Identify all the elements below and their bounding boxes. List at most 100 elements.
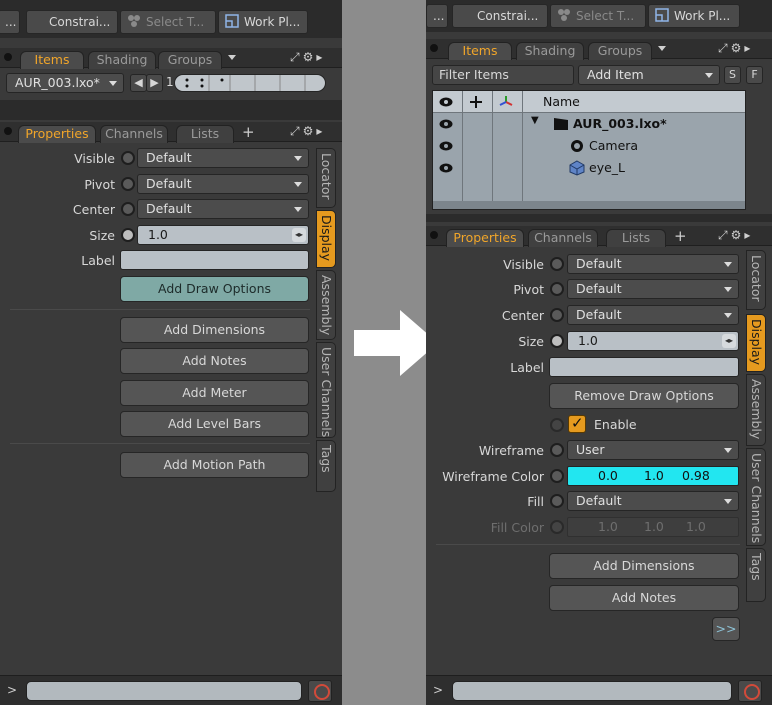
enable-checkbox[interactable] bbox=[568, 414, 586, 433]
add-dimensions-button[interactable]: Add Dimensions bbox=[549, 553, 739, 579]
tab-groups[interactable]: Groups bbox=[588, 42, 652, 60]
filter-items-input[interactable]: Filter Items bbox=[432, 65, 574, 85]
item-list[interactable]: Name ▼ AUR_003.lxo* Camera eye_L bbox=[432, 90, 746, 210]
side-tab-display[interactable]: Display bbox=[746, 314, 766, 372]
fill-radio[interactable] bbox=[550, 494, 564, 508]
spinner-icon[interactable]: ◂▸ bbox=[722, 334, 736, 348]
side-tab-locator[interactable]: Locator bbox=[746, 250, 766, 310]
wireframe-color-b[interactable]: 0.98 bbox=[682, 468, 710, 483]
horizontal-scrollbar[interactable] bbox=[433, 201, 745, 209]
s-button[interactable]: S bbox=[724, 66, 741, 84]
panel-menu-dot[interactable] bbox=[430, 231, 438, 239]
add-dimensions-button[interactable]: Add Dimensions bbox=[120, 317, 309, 343]
record-button[interactable] bbox=[308, 680, 332, 702]
add-meter-button[interactable]: Add Meter bbox=[120, 380, 309, 406]
label-field[interactable] bbox=[549, 357, 739, 377]
spinner-icon[interactable]: ◂▸ bbox=[292, 228, 306, 242]
side-tab-tags[interactable]: Tags bbox=[316, 440, 336, 492]
visible-radio[interactable] bbox=[121, 151, 135, 165]
panel-menu-dot[interactable] bbox=[4, 127, 12, 135]
pivot-dropdown[interactable]: Default bbox=[567, 279, 739, 299]
side-tab-tags[interactable]: Tags bbox=[746, 548, 766, 602]
add-tab-button[interactable]: + bbox=[674, 227, 687, 245]
tab-channels[interactable]: Channels bbox=[100, 125, 168, 143]
wireframe-color-field[interactable]: 0.0 1.0 0.98 bbox=[567, 466, 739, 486]
expand-triangle-icon[interactable]: ▼ bbox=[531, 115, 539, 126]
visible-dropdown[interactable]: Default bbox=[137, 148, 309, 168]
list-item[interactable]: Camera bbox=[433, 135, 745, 157]
tab-items[interactable]: Items bbox=[448, 42, 512, 60]
more-options-button[interactable]: >> bbox=[712, 617, 740, 641]
tab-lists[interactable]: Lists bbox=[176, 125, 234, 143]
size-radio[interactable] bbox=[121, 228, 135, 242]
remove-draw-options-button[interactable]: Remove Draw Options bbox=[549, 383, 739, 409]
constraints-button[interactable]: Constrai... bbox=[26, 10, 118, 34]
pivot-radio[interactable] bbox=[550, 282, 564, 296]
wireframe-color-g[interactable]: 1.0 bbox=[644, 468, 664, 483]
tab-properties[interactable]: Properties bbox=[446, 229, 524, 247]
panel-menu-dot[interactable] bbox=[4, 53, 12, 61]
center-dropdown[interactable]: Default bbox=[137, 199, 309, 219]
panel-expand-gear-icons[interactable]: ⤢⚙▸ bbox=[718, 228, 753, 243]
pivot-dropdown[interactable]: Default bbox=[137, 174, 309, 194]
panel-expand-gear-icons[interactable]: ⤢⚙▸ bbox=[718, 41, 753, 56]
size-radio[interactable] bbox=[550, 334, 564, 348]
add-draw-options-button[interactable]: Add Draw Options bbox=[120, 276, 309, 302]
side-tab-display[interactable]: Display bbox=[316, 210, 336, 268]
toolbar-overflow-button[interactable]: ... bbox=[0, 10, 20, 34]
toolbar-overflow-button[interactable]: ... bbox=[426, 4, 448, 28]
eye-icon[interactable] bbox=[439, 163, 453, 173]
add-motion-path-button[interactable]: Add Motion Path bbox=[120, 452, 309, 478]
f-button[interactable]: F bbox=[746, 66, 763, 84]
record-button[interactable] bbox=[738, 680, 762, 702]
side-tab-locator[interactable]: Locator bbox=[316, 148, 336, 208]
list-item[interactable]: ▼ AUR_003.lxo* bbox=[433, 113, 745, 135]
tab-groups[interactable]: Groups bbox=[158, 51, 222, 69]
tab-dropdown-icon[interactable] bbox=[228, 55, 236, 60]
eye-icon[interactable] bbox=[439, 119, 453, 129]
tab-shading[interactable]: Shading bbox=[516, 42, 584, 60]
add-level-bars-button[interactable]: Add Level Bars bbox=[120, 411, 309, 437]
scene-timeline-strip[interactable] bbox=[174, 74, 326, 92]
eye-icon[interactable] bbox=[439, 141, 453, 151]
panel-expand-gear-icons[interactable]: ⤢⚙▸ bbox=[290, 50, 325, 65]
next-scene-button[interactable]: ▶ bbox=[146, 74, 163, 92]
enable-radio[interactable] bbox=[550, 418, 564, 432]
add-notes-button[interactable]: Add Notes bbox=[549, 585, 739, 611]
tab-shading[interactable]: Shading bbox=[88, 51, 156, 69]
visible-dropdown[interactable]: Default bbox=[567, 254, 739, 274]
panel-menu-dot[interactable] bbox=[430, 44, 438, 52]
size-field[interactable]: 1.0 ◂▸ bbox=[567, 331, 739, 351]
center-dropdown[interactable]: Default bbox=[567, 305, 739, 325]
panel-expand-gear-icons[interactable]: ⤢⚙▸ bbox=[290, 124, 325, 139]
work-plane-button[interactable]: Work Pl... bbox=[648, 4, 740, 28]
label-field[interactable] bbox=[120, 250, 309, 270]
scene-select-dropdown[interactable]: AUR_003.lxo* bbox=[6, 73, 124, 93]
side-tab-assembly[interactable]: Assembly bbox=[316, 270, 336, 340]
command-input[interactable] bbox=[452, 681, 732, 701]
tab-items[interactable]: Items bbox=[20, 51, 84, 69]
tab-channels[interactable]: Channels bbox=[528, 229, 598, 247]
add-notes-button[interactable]: Add Notes bbox=[120, 348, 309, 374]
center-radio[interactable] bbox=[121, 202, 135, 216]
select-tool-button[interactable]: Select T... bbox=[120, 10, 216, 34]
command-input[interactable] bbox=[26, 681, 302, 701]
tab-lists[interactable]: Lists bbox=[606, 229, 666, 247]
add-item-dropdown[interactable]: Add Item bbox=[578, 65, 720, 85]
side-tab-assembly[interactable]: Assembly bbox=[746, 374, 766, 446]
tab-properties[interactable]: Properties bbox=[18, 125, 96, 143]
side-tab-user-channels[interactable]: User Channels bbox=[746, 448, 766, 546]
wireframe-color-radio[interactable] bbox=[550, 469, 564, 483]
add-tab-button[interactable]: + bbox=[242, 123, 255, 141]
fill-dropdown[interactable]: Default bbox=[567, 491, 739, 511]
center-radio[interactable] bbox=[550, 308, 564, 322]
tab-dropdown-icon[interactable] bbox=[658, 46, 666, 51]
constraints-button[interactable]: Constrai... bbox=[452, 4, 548, 28]
select-tool-button[interactable]: Select T... bbox=[550, 4, 646, 28]
prev-scene-button[interactable]: ◀ bbox=[130, 74, 147, 92]
side-tab-user-channels[interactable]: User Channels bbox=[316, 342, 336, 438]
wireframe-radio[interactable] bbox=[550, 443, 564, 457]
list-item[interactable]: eye_L bbox=[433, 157, 745, 179]
visible-radio[interactable] bbox=[550, 257, 564, 271]
work-plane-button[interactable]: Work Pl... bbox=[218, 10, 308, 34]
